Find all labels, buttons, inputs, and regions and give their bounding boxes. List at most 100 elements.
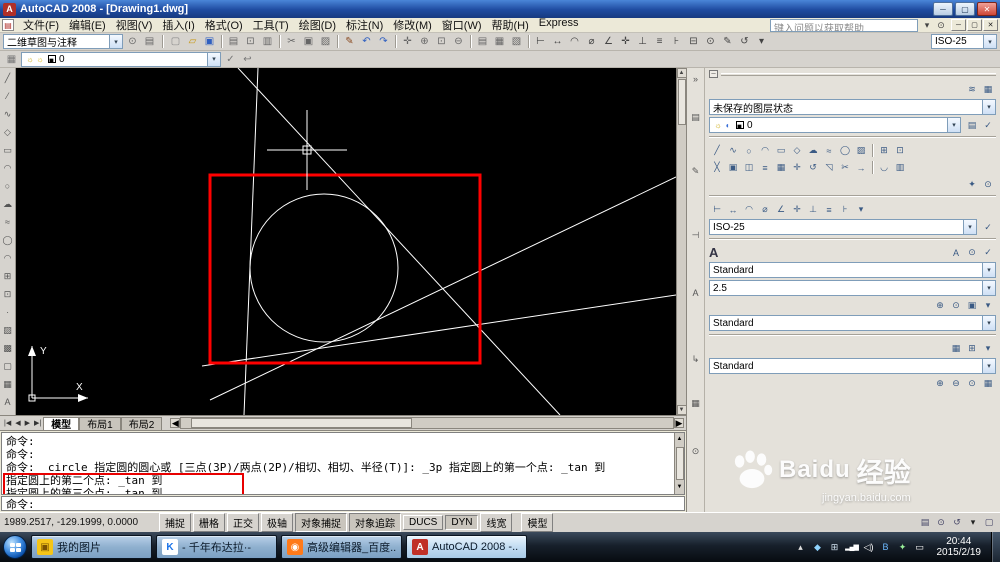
tray-app-icon[interactable]: ◆ xyxy=(811,540,825,554)
line-icon[interactable]: ╱ xyxy=(709,144,725,158)
region-icon[interactable]: ▢ xyxy=(1,357,15,375)
model-space-canvas[interactable]: YX xyxy=(16,68,676,415)
point-icon[interactable]: ∙ xyxy=(1,303,15,321)
polygon-icon[interactable]: ◇ xyxy=(1,123,15,141)
scroll-down-arrow[interactable]: ▼ xyxy=(676,405,687,415)
osnap-toggle[interactable]: 对象捕捉 xyxy=(295,513,347,532)
aligned-dimension-icon[interactable]: ↔ xyxy=(725,203,741,217)
canvas-vertical-scrollbar[interactable]: ▲ ▼ xyxy=(676,68,687,415)
grid-toggle[interactable]: 栅格 xyxy=(193,513,225,532)
tab-layout2[interactable]: 布局2 xyxy=(120,416,163,431)
redo-icon[interactable]: ↷ xyxy=(375,34,392,49)
multileader-style-combo[interactable]: Standard ▾ xyxy=(709,315,996,331)
polyline-icon[interactable]: ∿ xyxy=(1,105,15,123)
insert-table-icon[interactable]: ▦ xyxy=(948,342,964,356)
restore-button[interactable]: ▢ xyxy=(955,2,975,16)
menu-view[interactable]: 视图(V) xyxy=(111,17,158,33)
dimension-edit-icon[interactable]: ✎ xyxy=(719,34,736,49)
diameter-dimension-icon[interactable]: ⌀ xyxy=(757,203,773,217)
circle-icon[interactable]: ○ xyxy=(741,144,757,158)
copy-icon[interactable]: ▣ xyxy=(725,161,741,175)
battery-icon[interactable]: ▭ xyxy=(913,540,927,554)
snap-toggle[interactable]: 捕捉 xyxy=(159,513,191,532)
make-block-icon[interactable]: ⊡ xyxy=(892,144,908,158)
taskbar-clock[interactable]: 20:44 2015/2/19 xyxy=(937,536,982,558)
menu-insert[interactable]: 插入(I) xyxy=(157,17,199,33)
pan-icon[interactable]: ✛ xyxy=(399,34,416,49)
table-style-combo[interactable]: Standard ▾ xyxy=(709,358,996,374)
angular-dimension-icon[interactable]: ∠ xyxy=(773,203,789,217)
tab-model[interactable]: 模型 xyxy=(43,416,80,431)
text-height-combo[interactable]: 2.5 ▾ xyxy=(709,280,996,296)
taskbar-item-music-player[interactable]: K - 千年布达拉·- xyxy=(156,535,277,559)
table-style-icon[interactable]: ⊞ xyxy=(964,342,980,356)
properties-icon[interactable]: ▤ xyxy=(474,34,491,49)
make-object-layer-current-icon[interactable]: ✓ xyxy=(222,52,239,67)
table-panel-icon[interactable]: ▦ xyxy=(688,396,704,410)
zoom-window-icon[interactable]: ⊡ xyxy=(433,34,450,49)
trim-icon[interactable]: ✂ xyxy=(837,161,853,175)
layer-states-manager-icon[interactable]: ▦ xyxy=(980,83,996,97)
tab-last-arrow[interactable]: ▶| xyxy=(32,419,43,427)
zoom-extents-icon[interactable]: ⊙ xyxy=(964,377,980,391)
cut-icon[interactable]: ✂ xyxy=(283,34,300,49)
table-icon[interactable]: ▦ xyxy=(1,375,15,393)
grid-display-icon[interactable]: ▦ xyxy=(980,377,996,391)
hscroll-thumb[interactable] xyxy=(191,418,413,428)
panel-expand-chevron[interactable]: » xyxy=(688,72,704,86)
dim-style-dropdown-arrow[interactable]: ▾ xyxy=(963,220,976,234)
attribute-display-icon[interactable]: ⊙ xyxy=(948,299,964,313)
arc-icon[interactable]: ◠ xyxy=(757,144,773,158)
table-style-dropdown-arrow[interactable]: ▾ xyxy=(982,359,995,373)
tab-prev-arrow[interactable]: ◀ xyxy=(13,419,22,427)
coordinates-display[interactable]: 1989.2517, -129.1999, 0.0000 xyxy=(4,517,156,528)
construction-line-icon[interactable]: ⁄ xyxy=(1,87,15,105)
command-history[interactable]: 命令: 命令: 命令: _circle 指定圆的圆心或 [三点(3P)/两点(2P)… xyxy=(1,432,685,495)
attribute-flyout-arrow[interactable]: ▾ xyxy=(980,299,996,313)
dimension-style-apply-icon[interactable]: ✓ xyxy=(980,220,996,234)
dashboard-layer-combo[interactable]: ☼ ◐ ■ 0 ▾ xyxy=(709,117,961,133)
open-icon[interactable]: ▱ xyxy=(184,34,201,49)
ellipse-icon[interactable]: ◯ xyxy=(837,144,853,158)
tool-palettes-icon[interactable]: ▧ xyxy=(508,34,525,49)
draw-panel-icon[interactable]: ✎ xyxy=(688,164,704,178)
search-icon[interactable]: ⊙ xyxy=(934,19,948,32)
make-current-icon[interactable]: ✓ xyxy=(980,118,996,132)
dimension-panel-icon[interactable]: ⊣ xyxy=(688,228,704,242)
show-hidden-icons[interactable]: ▴ xyxy=(794,540,808,554)
multiline-text-icon[interactable]: A xyxy=(1,393,15,411)
dim-style-combo[interactable]: ISO-25 ▾ xyxy=(931,34,997,49)
baseline-dimension-icon[interactable]: ≡ xyxy=(651,34,668,49)
line-icon[interactable]: ╱ xyxy=(1,69,15,87)
menu-draw[interactable]: 绘图(D) xyxy=(294,17,341,33)
taskbar-item-baidu-editor[interactable]: ◉ 高级编辑器_百度.. xyxy=(281,535,402,559)
scale-icon[interactable]: ◹ xyxy=(821,161,837,175)
tolerance-icon[interactable]: ⊟ xyxy=(685,34,702,49)
hscroll-track[interactable] xyxy=(180,417,674,429)
show-desktop-button[interactable] xyxy=(991,532,1000,562)
zoom-out-icon[interactable]: ⊖ xyxy=(948,377,964,391)
dimension-update-icon[interactable]: ↺ xyxy=(736,34,753,49)
ducs-toggle[interactable]: DUCS xyxy=(403,515,444,530)
navigation-panel-icon[interactable]: ⊙ xyxy=(688,444,704,458)
radius-dimension-icon[interactable]: ⊥ xyxy=(805,203,821,217)
layers-panel-icon[interactable]: ▤ xyxy=(688,110,704,124)
draw-order-icon[interactable]: ✦ xyxy=(964,178,980,192)
annotation-visibility-icon[interactable]: ⊙ xyxy=(934,516,948,530)
offset-icon[interactable]: ≡ xyxy=(757,161,773,175)
block-attribute-manager-icon[interactable]: ▣ xyxy=(964,299,980,313)
polar-toggle[interactable]: 极轴 xyxy=(261,513,293,532)
tab-first-arrow[interactable]: |◀ xyxy=(2,419,13,427)
security-tray-icon[interactable]: ✦ xyxy=(896,540,910,554)
rotate-icon[interactable]: ↺ xyxy=(805,161,821,175)
publish-icon[interactable]: ▥ xyxy=(259,34,276,49)
revision-cloud-icon[interactable]: ☁ xyxy=(1,195,15,213)
menu-express[interactable]: Express xyxy=(534,17,584,33)
menu-format[interactable]: 格式(O) xyxy=(200,17,248,33)
spell-check-icon[interactable]: ✓ xyxy=(980,246,996,260)
dimension-flyout-arrow[interactable]: ▾ xyxy=(853,203,869,217)
bluetooth-icon[interactable]: B xyxy=(879,540,893,554)
rectangle-icon[interactable]: ▭ xyxy=(1,141,15,159)
text-style-combo[interactable]: Standard ▾ xyxy=(709,262,996,278)
aligned-dimension-icon[interactable]: ↔ xyxy=(549,34,566,49)
